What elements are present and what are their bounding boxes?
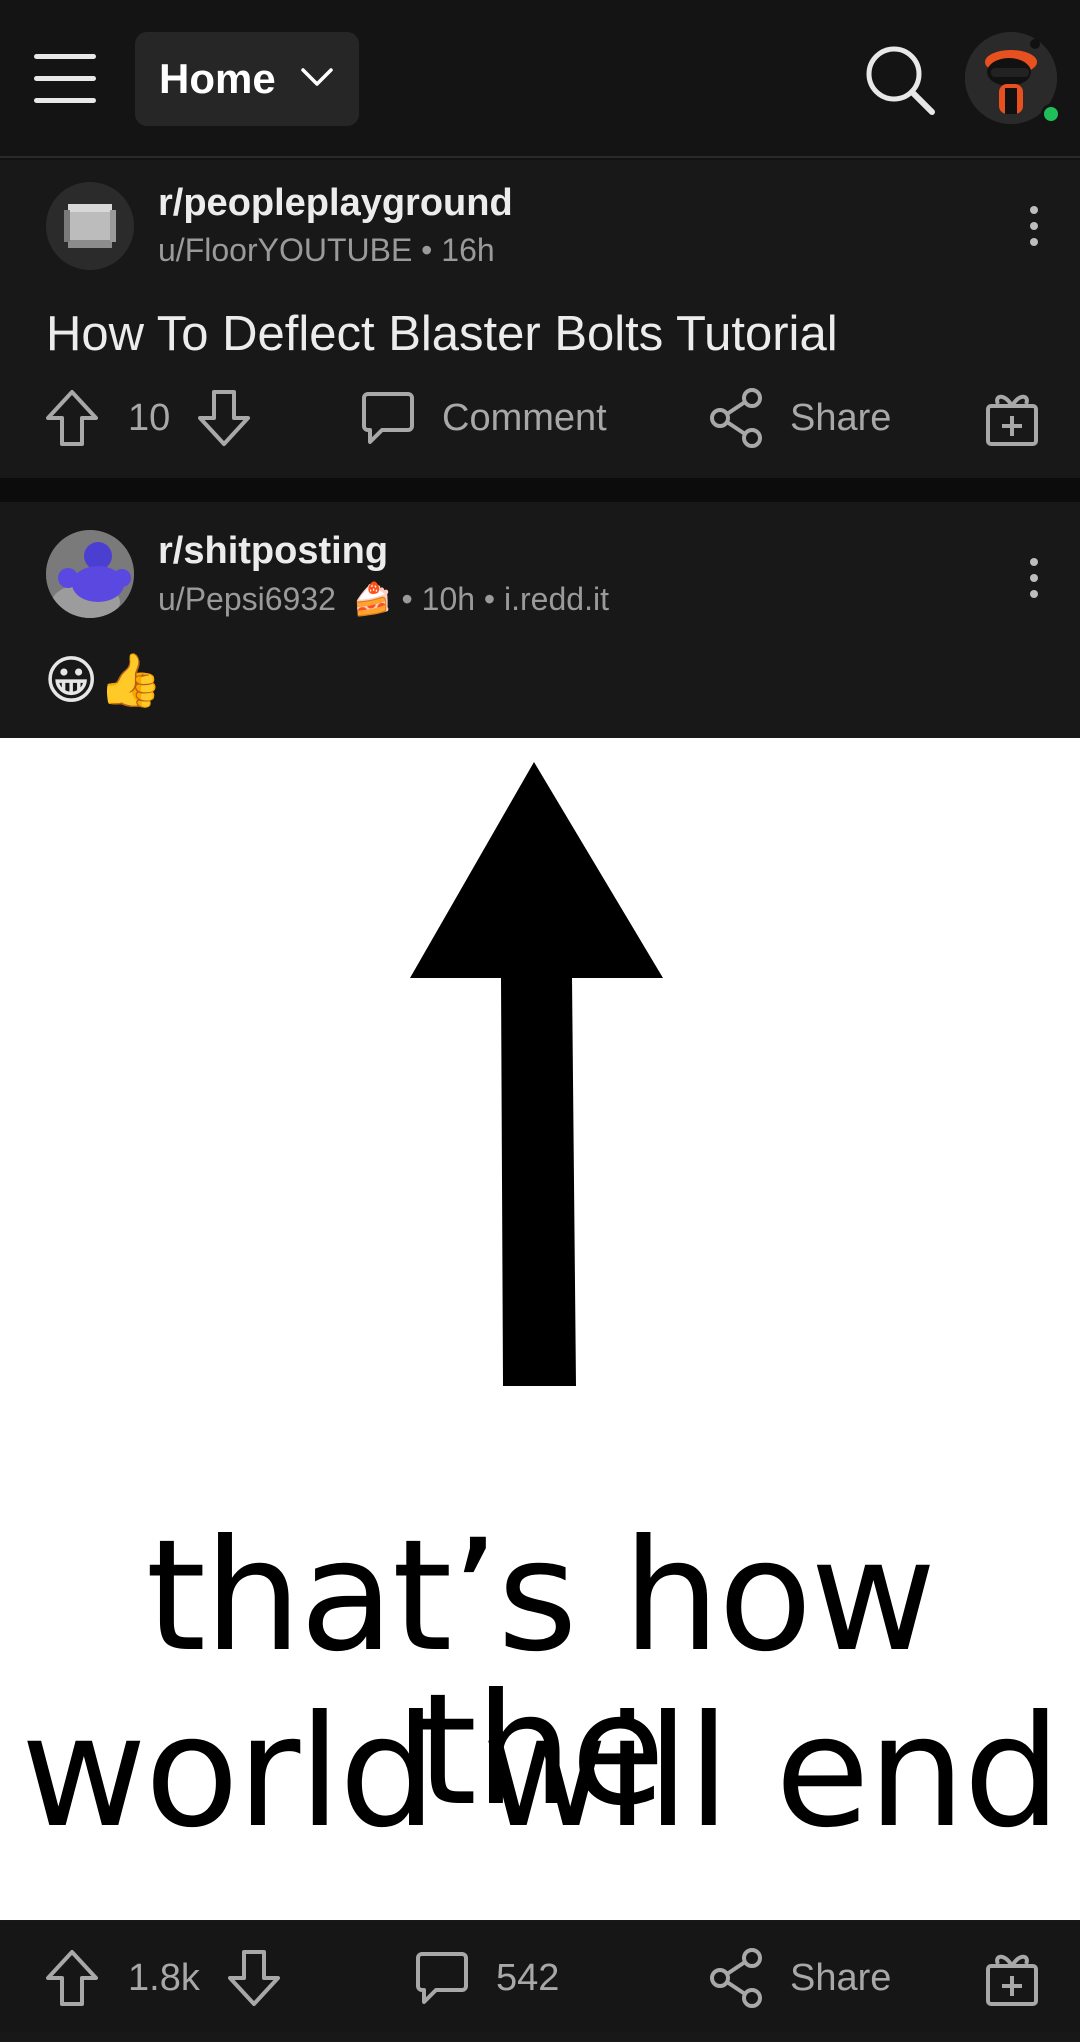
post-action-bar: 10 Comment Share bbox=[0, 368, 1080, 478]
share-icon bbox=[710, 1948, 762, 2008]
downvote-icon[interactable] bbox=[226, 1948, 282, 2008]
menu-icon[interactable] bbox=[34, 52, 98, 104]
award-button[interactable] bbox=[984, 388, 1040, 448]
post-title[interactable]: How To Deflect Blaster Bolts Tutorial bbox=[46, 306, 838, 362]
upvote-icon[interactable] bbox=[44, 1948, 100, 2008]
post-card[interactable]: r/shitposting u/Pepsi6932 🍰 • 10h • i.re… bbox=[0, 502, 1080, 2042]
share-button[interactable]: Share bbox=[708, 1948, 891, 2008]
post-age: 10h bbox=[421, 581, 476, 617]
subreddit-name[interactable]: r/peopleplayground bbox=[158, 182, 513, 225]
upvote-icon[interactable] bbox=[44, 388, 100, 448]
meta-separator: • bbox=[421, 232, 442, 268]
post-author[interactable]: u/Pepsi6932 bbox=[158, 581, 336, 617]
post-author[interactable]: u/FloorYOUTUBE bbox=[158, 232, 412, 268]
comment-label: Comment bbox=[442, 396, 607, 439]
comment-icon bbox=[362, 392, 414, 444]
app-screen: Home r/peopleplayground u/FloorYOUTUBE •… bbox=[0, 0, 1080, 2042]
post-divider bbox=[0, 478, 1080, 502]
up-arrow-graphic bbox=[410, 762, 663, 1386]
feed-selector[interactable]: Home bbox=[135, 32, 359, 126]
comment-icon bbox=[416, 1952, 468, 2004]
post-meta: u/FloorYOUTUBE • 16h bbox=[158, 232, 495, 269]
user-flair-badge: 🍰 bbox=[352, 581, 393, 617]
post-title[interactable]: 😀👍 bbox=[44, 650, 163, 711]
subreddit-icon bbox=[46, 182, 134, 270]
gift-icon bbox=[986, 394, 1038, 446]
post-card[interactable]: r/peopleplayground u/FloorYOUTUBE • 16h … bbox=[0, 160, 1080, 478]
comment-count: 542 bbox=[496, 1956, 560, 1999]
post-meta: u/Pepsi6932 🍰 • 10h • i.redd.it bbox=[158, 580, 609, 618]
meta-separator: • bbox=[401, 581, 422, 617]
chevron-down-icon bbox=[301, 68, 333, 86]
award-button[interactable] bbox=[984, 1948, 1040, 2008]
vote-count: 1.8k bbox=[128, 1956, 200, 1999]
comment-button[interactable]: 542 bbox=[414, 1948, 559, 2008]
online-status-indicator bbox=[1041, 104, 1061, 124]
post-age: 16h bbox=[441, 232, 495, 268]
subreddit-avatar[interactable] bbox=[46, 182, 134, 270]
subreddit-icon bbox=[46, 530, 134, 618]
share-label: Share bbox=[790, 396, 892, 439]
post-overflow-menu-icon[interactable] bbox=[1024, 558, 1044, 598]
search-icon[interactable] bbox=[860, 40, 940, 120]
post-domain[interactable]: i.redd.it bbox=[504, 581, 609, 617]
share-button[interactable]: Share bbox=[708, 388, 891, 448]
post-action-bar: 1.8k 542 Share bbox=[0, 1922, 1080, 2032]
downvote-icon[interactable] bbox=[196, 388, 252, 448]
subreddit-name[interactable]: r/shitposting bbox=[158, 530, 388, 573]
share-icon bbox=[710, 388, 762, 448]
image-caption-line: world will end bbox=[20, 1683, 1061, 1862]
gift-icon bbox=[986, 1954, 1038, 2006]
meta-separator: • bbox=[483, 581, 505, 617]
post-image[interactable]: that’s how the world will end bbox=[0, 738, 1080, 1920]
comment-button[interactable]: Comment bbox=[360, 388, 607, 448]
user-avatar-button[interactable] bbox=[965, 32, 1061, 124]
post-overflow-menu-icon[interactable] bbox=[1024, 206, 1044, 246]
top-app-bar: Home bbox=[0, 0, 1080, 158]
feed-selector-label: Home bbox=[159, 55, 276, 102]
vote-group: 10 bbox=[44, 388, 252, 448]
share-label: Share bbox=[790, 1956, 892, 1999]
vote-count: 10 bbox=[128, 396, 171, 439]
subreddit-avatar[interactable] bbox=[46, 530, 134, 618]
vote-group: 1.8k bbox=[44, 1948, 282, 2008]
